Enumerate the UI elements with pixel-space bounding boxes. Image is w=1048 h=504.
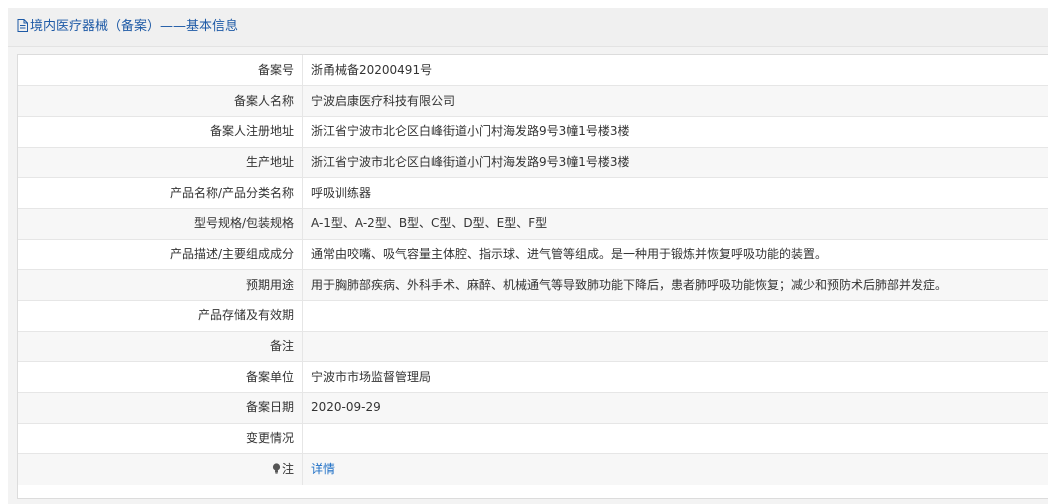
row-value: [302, 300, 1048, 332]
table-row: 产品名称/产品分类名称 呼吸训练器: [18, 177, 1048, 209]
row-value: 用于胸肺部疾病、外科手术、麻醉、机械通气等导致肺功能下降后，患者肺呼吸功能恢复；…: [302, 269, 1048, 301]
row-value: 浙江省宁波市北仑区白峰街道小门村海发路9号3幢1号楼3楼: [302, 147, 1048, 179]
row-value: 浙江省宁波市北仑区白峰街道小门村海发路9号3幢1号楼3楼: [302, 116, 1048, 148]
row-label: 产品名称/产品分类名称: [18, 177, 303, 209]
note-row: 注 详情: [18, 453, 1048, 485]
table-row: 备案号 浙甬械备20200491号: [18, 55, 1048, 87]
note-label: 注: [18, 453, 303, 485]
row-value: A-1型、A-2型、B型、C型、D型、E型、F型: [302, 208, 1048, 240]
table-row: 产品描述/主要组成成分 通常由咬嘴、吸气容量主体腔、指示球、进气管等组成。是一种…: [18, 239, 1048, 271]
row-value: 呼吸训练器: [302, 177, 1048, 209]
row-label: 预期用途: [18, 269, 303, 301]
row-value: [302, 331, 1048, 363]
row-label: 备案号: [18, 55, 303, 87]
row-label: 变更情况: [18, 423, 303, 455]
info-table: 备案号 浙甬械备20200491号 备案人名称 宁波启康医疗科技有限公司 备案人…: [18, 55, 1048, 485]
row-value: 宁波市市场监督管理局: [302, 361, 1048, 394]
note-value: 详情: [302, 453, 1048, 485]
table-row: 预期用途 用于胸肺部疾病、外科手术、麻醉、机械通气等导致肺功能下降后，患者肺呼吸…: [18, 269, 1048, 301]
details-link[interactable]: 详情: [311, 462, 335, 476]
table-row: 备注: [18, 331, 1048, 363]
row-label: 备注: [18, 331, 303, 363]
row-value: 宁波启康医疗科技有限公司: [302, 85, 1048, 117]
row-value: 通常由咬嘴、吸气容量主体腔、指示球、进气管等组成。是一种用于锻炼并恢复呼吸功能的…: [302, 239, 1048, 271]
page-frame: 境内医疗器械（备案）——基本信息 备案号 浙甬械备20200491号 备案人名称…: [8, 8, 1048, 504]
note-label-text: 注: [281, 462, 294, 477]
info-panel: 备案号 浙甬械备20200491号 备案人名称 宁波启康医疗科技有限公司 备案人…: [17, 54, 1048, 499]
page-title: 境内医疗器械（备案）——基本信息: [17, 19, 238, 35]
lightbulb-icon: [272, 463, 281, 474]
table-row: 备案人注册地址 浙江省宁波市北仑区白峰街道小门村海发路9号3幢1号楼3楼: [18, 116, 1048, 148]
row-label: 备案日期: [18, 392, 303, 424]
row-label: 备案人名称: [18, 85, 303, 117]
row-value: 浙甬械备20200491号: [302, 55, 1048, 87]
table-row: 变更情况: [18, 423, 1048, 455]
row-label: 备案人注册地址: [18, 116, 303, 148]
row-label: 产品描述/主要组成成分: [18, 239, 303, 271]
row-value: 2020-09-29: [302, 392, 1048, 424]
page-header: 境内医疗器械（备案）——基本信息: [8, 8, 1048, 47]
row-value: [302, 423, 1048, 455]
table-row: 生产地址 浙江省宁波市北仑区白峰街道小门村海发路9号3幢1号楼3楼: [18, 147, 1048, 179]
row-label: 生产地址: [18, 147, 303, 179]
table-row: 备案日期 2020-09-29: [18, 392, 1048, 424]
table-row: 型号规格/包装规格 A-1型、A-2型、B型、C型、D型、E型、F型: [18, 208, 1048, 240]
page-title-text: 境内医疗器械（备案）——基本信息: [30, 19, 239, 34]
row-label: 型号规格/包装规格: [18, 208, 303, 240]
document-icon: [17, 19, 28, 32]
table-row: 备案单位 宁波市市场监督管理局: [18, 361, 1048, 394]
row-label: 备案单位: [18, 361, 303, 394]
table-row: 产品存储及有效期: [18, 300, 1048, 332]
table-row: 备案人名称 宁波启康医疗科技有限公司: [18, 85, 1048, 117]
row-label: 产品存储及有效期: [18, 300, 303, 332]
